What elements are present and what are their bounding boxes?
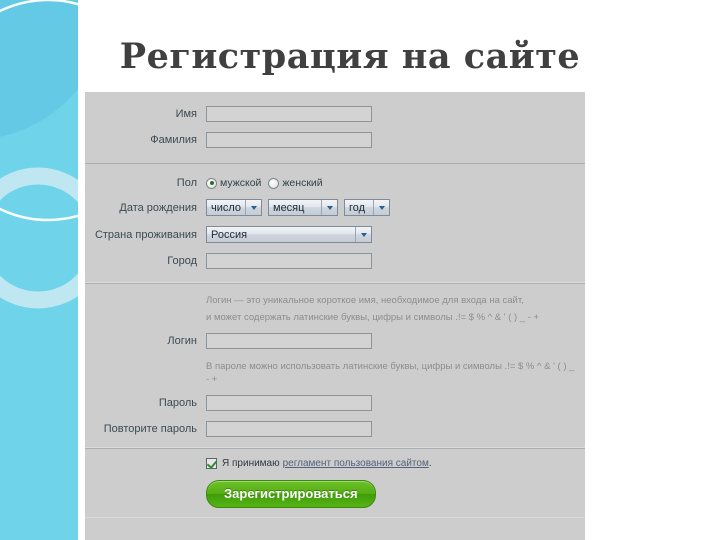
- login-label: Логин: [167, 334, 197, 347]
- gender-control: мужской женский: [206, 177, 585, 189]
- register-button[interactable]: Зарегистрироваться: [206, 480, 376, 509]
- country-select[interactable]: Россия: [206, 226, 372, 243]
- last-name-label: Фамилия: [150, 134, 197, 146]
- chevron-down-icon[interactable]: [373, 200, 389, 215]
- row-country: Страна проживания Россия: [85, 221, 585, 248]
- gender-radio-male-label: мужской: [220, 177, 262, 189]
- password-hint: В пароле можно использовать латинские бу…: [206, 360, 575, 386]
- gender-radio-female[interactable]: женский: [268, 177, 323, 189]
- gender-radio-group: мужской женский: [206, 177, 323, 189]
- agreement-text-before: Я принимаю: [222, 458, 280, 470]
- first-name-label: Имя: [175, 108, 197, 120]
- chevron-down-icon[interactable]: [355, 227, 371, 242]
- agreement-row: Я принимаю регламент пользования сайтом.: [206, 451, 585, 472]
- password-repeat-control: [206, 421, 585, 438]
- chevron-down-icon[interactable]: [321, 200, 337, 215]
- section-personal: Имя Фамилия: [85, 92, 585, 163]
- birthdate-control: число месяц год: [206, 199, 585, 216]
- birthdate-year-select[interactable]: год: [344, 199, 390, 216]
- agreement-text-after: .: [428, 458, 432, 470]
- row-last-name: Фамилия: [85, 127, 585, 153]
- country-control: Россия: [206, 226, 585, 243]
- section-agreement: Я принимаю регламент пользования сайтом.…: [85, 448, 585, 518]
- section-credentials: Логин — это уникальное короткое имя, нео…: [85, 283, 585, 448]
- city-control: [206, 253, 585, 269]
- city-label: Город: [167, 255, 197, 267]
- password-label: Пароль: [158, 397, 197, 410]
- birthdate-day-select[interactable]: число: [206, 199, 262, 216]
- password-control: [206, 395, 585, 412]
- row-login: Логин: [85, 328, 585, 354]
- last-name-control: [206, 132, 585, 148]
- page-title: Регистрация на сайте: [119, 36, 581, 77]
- login-hint-line2: и может содержать латинские буквы, цифры…: [206, 311, 540, 323]
- birthdate-month-select[interactable]: месяц: [268, 199, 338, 216]
- country-value: Россия: [211, 228, 248, 241]
- gender-label: Пол: [176, 177, 197, 189]
- password-repeat-input[interactable]: [206, 421, 372, 438]
- gender-radio-male[interactable]: мужской: [206, 177, 261, 189]
- password-input[interactable]: [206, 395, 372, 412]
- registration-form-panel: Имя Фамилия Пол мужской женский Дата рож…: [85, 92, 585, 540]
- agreement-link[interactable]: регламент пользования сайтом: [283, 458, 429, 469]
- radio-empty-icon[interactable]: [268, 177, 280, 189]
- birthdate-day-value: число: [211, 201, 242, 214]
- first-name-input[interactable]: [206, 106, 372, 122]
- birthdate-year-value: год: [349, 201, 366, 214]
- submit-wrap: Зарегистрироваться: [206, 472, 585, 518]
- password-repeat-label: Повторите пароль: [103, 423, 197, 436]
- row-first-name: Имя: [85, 101, 585, 127]
- last-name-input[interactable]: [206, 132, 372, 148]
- row-password: Пароль: [85, 390, 585, 416]
- gender-radio-female-label: женский: [282, 177, 323, 189]
- row-password-repeat: Повторите пароль: [85, 416, 585, 442]
- section-details: Пол мужской женский Дата рождения число …: [85, 163, 585, 283]
- row-birthdate: Дата рождения число месяц год: [85, 194, 585, 221]
- agreement-checkbox[interactable]: [206, 458, 217, 470]
- radio-selected-icon[interactable]: [206, 177, 217, 189]
- login-input[interactable]: [206, 332, 372, 349]
- login-hint-line1: Логин — это уникальное короткое имя, нео…: [206, 295, 524, 306]
- country-label: Страна проживания: [94, 228, 197, 241]
- decorative-accent-band: [0, 0, 78, 540]
- row-gender: Пол мужской женский: [85, 172, 585, 194]
- row-city: Город: [85, 248, 585, 274]
- birthdate-label: Дата рождения: [119, 201, 197, 214]
- city-input[interactable]: [206, 253, 372, 269]
- birthdate-month-value: месяц: [273, 201, 305, 214]
- first-name-control: [206, 106, 585, 122]
- login-control: [206, 332, 585, 349]
- chevron-down-icon[interactable]: [245, 200, 261, 215]
- decorative-circles-icon: [0, 0, 78, 309]
